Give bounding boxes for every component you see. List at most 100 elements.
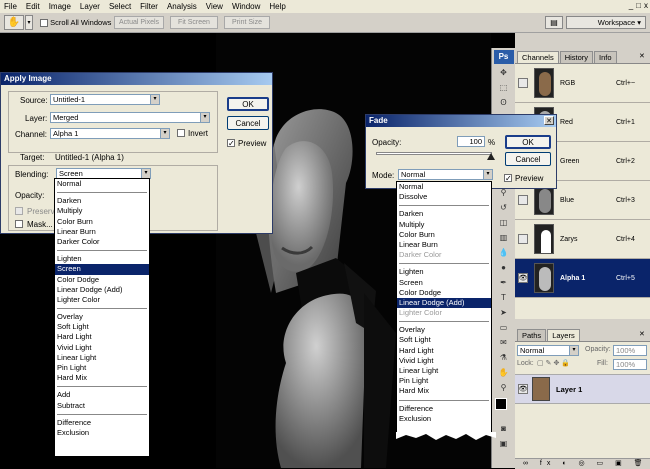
menu-item-layer[interactable]: Layer xyxy=(80,2,100,11)
dropdown-option[interactable]: Lighter Color xyxy=(55,295,149,305)
hand-tool-icon[interactable]: ✋ xyxy=(4,15,24,30)
notes-tool-icon[interactable]: ✉ xyxy=(496,336,512,349)
menu-item-select[interactable]: Select xyxy=(109,2,131,11)
dropdown-option[interactable]: Screen xyxy=(55,264,149,275)
apply-ok-button[interactable]: OK xyxy=(227,97,269,111)
move-tool-icon[interactable]: ✥ xyxy=(496,66,512,79)
dropdown-option[interactable]: Linear Burn xyxy=(397,240,491,250)
dropdown-option[interactable]: Color Burn xyxy=(55,217,149,227)
dropdown-option[interactable]: Add xyxy=(55,390,149,400)
dropdown-option[interactable]: Darken xyxy=(55,196,149,206)
eye-icon[interactable]: 👁 xyxy=(518,273,528,283)
dropdown-option[interactable]: Hard Mix xyxy=(55,373,149,383)
minimize-icon[interactable]: _ xyxy=(629,1,633,10)
panel-close-icon[interactable]: ✕ xyxy=(639,52,645,60)
channel-select[interactable]: Alpha 1 ▾ xyxy=(50,128,170,139)
menu-item-image[interactable]: Image xyxy=(49,2,71,11)
layer-blend-mode-select[interactable]: Normal ▾ xyxy=(517,345,579,356)
channel-row-rgb[interactable]: RGB Ctrl+~ xyxy=(515,64,650,103)
layer-opacity-input[interactable]: 100% xyxy=(613,345,647,356)
quick-mask-icon[interactable]: ◙ xyxy=(496,422,512,435)
screen-mode-icon[interactable]: ▣ xyxy=(496,437,512,450)
maximize-icon[interactable]: □ xyxy=(636,1,641,10)
eraser-tool-icon[interactable]: ◫ xyxy=(496,216,512,229)
fade-preview-checkbox[interactable] xyxy=(504,174,512,182)
dropdown-option[interactable]: Subtract xyxy=(55,401,149,411)
dropdown-option[interactable]: Darken xyxy=(397,209,491,219)
marquee-tool-icon[interactable]: ⬚ xyxy=(496,81,512,94)
dropdown-option[interactable]: Overlay xyxy=(55,312,149,322)
menu-item-analysis[interactable]: Analysis xyxy=(167,2,197,11)
layer-select[interactable]: Merged ▾ xyxy=(50,112,210,123)
dropdown-option[interactable]: Hard Mix xyxy=(397,386,491,396)
dropdown-option[interactable]: Vivid Light xyxy=(397,356,491,366)
eye-icon[interactable] xyxy=(518,78,528,88)
dropdown-option[interactable]: Pin Light xyxy=(55,363,149,373)
apply-preview-checkbox[interactable] xyxy=(227,139,235,147)
dropdown-option[interactable]: Color Burn xyxy=(397,230,491,240)
lock-icons[interactable]: ▢✎✥🔒 xyxy=(537,359,572,367)
eye-icon[interactable]: 👁 xyxy=(518,384,528,394)
dropdown-option[interactable]: Darker Color xyxy=(397,250,491,260)
apply-cancel-button[interactable]: Cancel xyxy=(227,116,269,130)
tool-preset-dropdown[interactable]: ▾ xyxy=(25,15,33,30)
dropdown-option[interactable]: Pin Light xyxy=(397,376,491,386)
dropdown-option[interactable]: Linear Dodge (Add) xyxy=(55,285,149,295)
dropdown-option[interactable]: Color Dodge xyxy=(55,275,149,285)
dropdown-option[interactable]: Hard Light xyxy=(55,332,149,342)
fade-ok-button[interactable]: OK xyxy=(505,135,551,149)
dropdown-option[interactable]: Multiply xyxy=(55,206,149,216)
layer-row[interactable]: 👁 Layer 1 xyxy=(515,374,650,404)
dropdown-option[interactable]: Screen xyxy=(397,278,491,288)
dropdown-option[interactable]: Linear Dodge (Add) xyxy=(397,297,491,309)
tab-history[interactable]: History xyxy=(559,51,594,63)
eyedropper-tool-icon[interactable]: ⚗ xyxy=(496,351,512,364)
shape-tool-icon[interactable]: ▭ xyxy=(496,321,512,334)
menu-item-filter[interactable]: Filter xyxy=(140,2,158,11)
fade-cancel-button[interactable]: Cancel xyxy=(505,152,551,166)
gradient-tool-icon[interactable]: ▥ xyxy=(496,231,512,244)
actual-pixels-button[interactable]: Actual Pixels xyxy=(114,16,164,29)
dropdown-option[interactable]: Overlay xyxy=(397,325,491,335)
dropdown-option[interactable]: Normal xyxy=(55,179,149,189)
dropdown-option[interactable]: Multiply xyxy=(397,220,491,230)
scroll-all-windows-checkbox[interactable] xyxy=(40,19,48,28)
path-selection-tool-icon[interactable]: ➤ xyxy=(496,306,512,319)
dodge-tool-icon[interactable]: ● xyxy=(496,261,512,274)
fade-opacity-slider-thumb[interactable] xyxy=(487,153,495,160)
menu-item-help[interactable]: Help xyxy=(269,2,285,11)
dropdown-option[interactable]: Difference xyxy=(55,418,149,428)
fade-opacity-input[interactable]: 100 xyxy=(457,136,485,147)
dropdown-option[interactable]: Linear Light xyxy=(55,353,149,363)
dropdown-option[interactable]: Hard Light xyxy=(397,346,491,356)
type-tool-icon[interactable]: T xyxy=(496,291,512,304)
menu-item-file[interactable]: File xyxy=(4,2,17,11)
source-select[interactable]: Untitled-1 ▾ xyxy=(50,94,160,105)
tab-channels[interactable]: Channels xyxy=(517,51,559,63)
channel-row-zarys[interactable]: Zarys Ctrl+4 xyxy=(515,220,650,259)
tab-paths[interactable]: Paths xyxy=(517,329,547,341)
scroll-all-windows-option[interactable]: Scroll All Windows xyxy=(40,18,111,28)
fit-screen-button[interactable]: Fit Screen xyxy=(170,16,218,29)
dropdown-option[interactable]: Linear Light xyxy=(397,366,491,376)
workspace-button[interactable]: Workspace ▾ xyxy=(566,16,646,29)
invert-checkbox[interactable] xyxy=(177,129,185,137)
zoom-tool-icon[interactable]: ⚲ xyxy=(496,381,512,394)
eye-icon[interactable] xyxy=(518,195,528,205)
fill-input[interactable]: 100% xyxy=(613,359,647,370)
history-brush-tool-icon[interactable]: ↺ xyxy=(496,201,512,214)
fade-opacity-slider-track[interactable] xyxy=(376,152,492,155)
dropdown-option[interactable]: Dissolve xyxy=(397,192,491,202)
tab-info[interactable]: Info xyxy=(594,51,617,63)
layers-panel-footer-icons[interactable]: ∞ fx ◐ ◎ ▭ ▣ 🗑 xyxy=(515,458,650,469)
pen-tool-icon[interactable]: ✒ xyxy=(496,276,512,289)
dropdown-option[interactable]: Difference xyxy=(397,404,491,414)
dropdown-option[interactable]: Soft Light xyxy=(55,322,149,332)
dropdown-option[interactable]: Exclusion xyxy=(55,428,149,438)
color-swatches[interactable] xyxy=(492,398,515,420)
hand-tool-icon[interactable]: ✋ xyxy=(496,366,512,379)
menu-item-view[interactable]: View xyxy=(206,2,223,11)
dropdown-option[interactable]: Lighten xyxy=(55,254,149,264)
dropdown-option[interactable]: Linear Burn xyxy=(55,227,149,237)
mask-checkbox[interactable] xyxy=(15,220,23,228)
